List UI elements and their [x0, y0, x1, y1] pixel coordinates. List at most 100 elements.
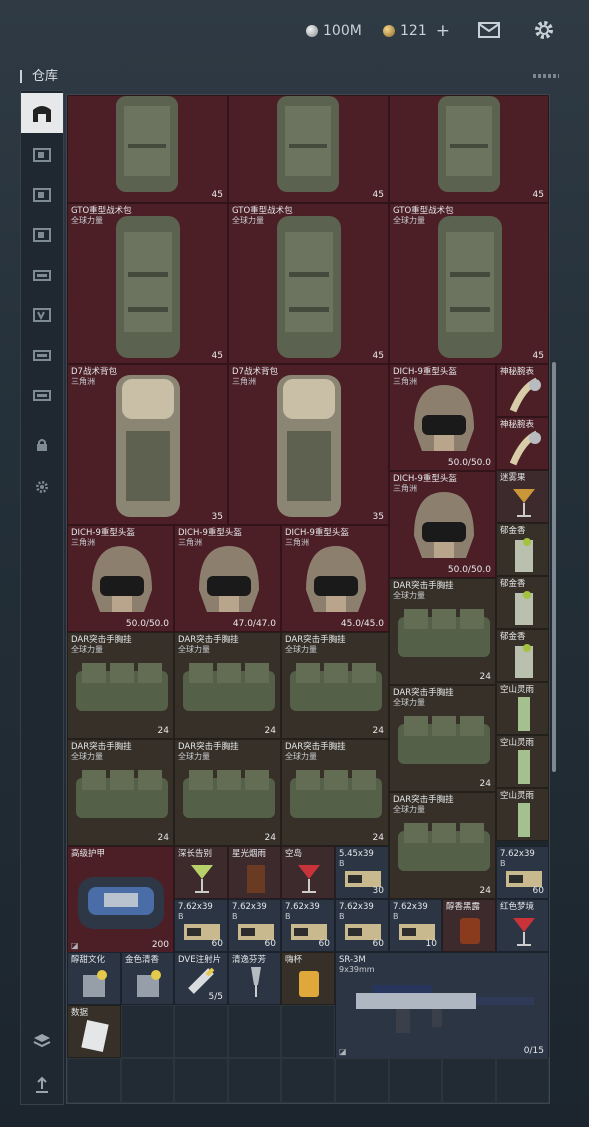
item-drink-3[interactable]: 郁金香	[496, 576, 549, 629]
item-value: 24	[372, 726, 384, 736]
empty-slot[interactable]	[228, 1005, 281, 1058]
item-dar-5[interactable]: DAR突击手胸挂 全球力量 24	[389, 685, 496, 792]
item-name: 迷雾果	[500, 473, 526, 483]
sidebar-warehouse[interactable]	[21, 93, 63, 133]
item-brand: 全球力量	[71, 752, 103, 761]
item-watch-1[interactable]: 神秘腕表	[496, 364, 549, 417]
item-brand: 三角洲	[232, 377, 256, 386]
vest-image	[290, 770, 382, 818]
item-armor[interactable]: 高级护甲 ◪ 200	[67, 846, 174, 953]
glass-image	[299, 971, 319, 997]
sidebar-lock[interactable]	[21, 425, 63, 465]
watch-image	[509, 377, 541, 413]
item-gto-top-3[interactable]: 45	[389, 95, 549, 203]
item-drink-r1[interactable]: 醇香黑露	[442, 899, 496, 952]
item-d7-2[interactable]: D7战术背包 三角洲 35	[228, 364, 389, 525]
empty-slot[interactable]	[442, 1058, 496, 1103]
sidebar-storage-6[interactable]	[21, 335, 63, 375]
empty-slot[interactable]	[121, 1058, 174, 1103]
item-dich-r2[interactable]: DICH-9重型头盔 三角洲 50.0/50.0	[389, 471, 496, 578]
sidebar-storage-5[interactable]	[21, 295, 63, 335]
sidebar-storage-4[interactable]	[21, 255, 63, 295]
item-dich-c[interactable]: DICH-9重型头盔 三角洲 45.0/45.0	[281, 525, 389, 632]
item-name: SR-3M	[339, 955, 366, 965]
item-gto-top-2[interactable]: 45	[228, 95, 389, 203]
empty-slot[interactable]	[67, 1058, 121, 1103]
gear-icon[interactable]	[532, 18, 556, 42]
sidebar-settings[interactable]	[21, 467, 63, 507]
item-drink-5[interactable]: 空山灵雨	[496, 682, 549, 735]
empty-slot[interactable]	[174, 1005, 228, 1058]
item-brand: 全球力量	[393, 591, 425, 600]
item-dar-7[interactable]: DAR突击手胸挂 全球力量 24	[174, 739, 281, 846]
mail-icon[interactable]	[477, 18, 501, 42]
empty-slot[interactable]	[335, 1058, 389, 1103]
item-ammo-762-d[interactable]: 7.62x39 B 60	[281, 899, 335, 952]
item-d7-1[interactable]: D7战术背包 三角洲 35	[67, 364, 228, 525]
item-dar-6[interactable]: DAR突击手胸挂 全球力量 24	[67, 739, 174, 846]
item-gto-top-1[interactable]: 45	[67, 95, 228, 203]
item-b2[interactable]: 金色清香	[121, 952, 174, 1005]
item-cocktail-2[interactable]: 星光烟雨	[228, 846, 281, 899]
grid-scrollbar[interactable]	[552, 362, 556, 772]
empty-slot[interactable]	[389, 1058, 442, 1103]
item-value: 60	[532, 886, 544, 896]
item-dar-9[interactable]: DAR突击手胸挂 全球力量 24	[389, 792, 496, 899]
item-drink-6[interactable]: 空山灵雨	[496, 735, 549, 788]
item-ammo-762-e[interactable]: 7.62x39 B 60	[335, 899, 389, 952]
item-name: DICH-9重型头盔	[393, 474, 457, 484]
item-ammo-545[interactable]: 5.45x39 B 30	[335, 846, 389, 899]
item-dar-2[interactable]: DAR突击手胸挂 全球力量 24	[67, 632, 174, 739]
add-currency-button[interactable]: +	[436, 21, 450, 41]
item-b1[interactable]: 醇甜文化	[67, 952, 121, 1005]
empty-slot[interactable]	[496, 1058, 549, 1103]
item-grade: B	[285, 912, 291, 921]
item-dich-b[interactable]: DICH-9重型头盔 三角洲 47.0/47.0	[174, 525, 281, 632]
item-value: 45	[211, 190, 223, 200]
item-dar-8[interactable]: DAR突击手胸挂 全球力量 24	[281, 739, 389, 846]
item-dich-r1[interactable]: DICH-9重型头盔 三角洲 50.0/50.0	[389, 364, 496, 471]
empty-slot[interactable]	[121, 1005, 174, 1058]
item-gto-3[interactable]: GTO重型战术包 全球力量 45	[389, 203, 549, 364]
sidebar-storage-3[interactable]	[21, 215, 63, 255]
item-dar-1[interactable]: DAR突击手胸挂 全球力量 24	[389, 578, 496, 685]
item-ammo-762-b[interactable]: 7.62x39 B 60	[174, 899, 228, 952]
item-b5[interactable]: 嗨杯	[281, 952, 335, 1005]
item-cocktail-1[interactable]: 深长告别	[174, 846, 228, 899]
options-dots[interactable]	[533, 74, 559, 78]
item-value: 45	[211, 351, 223, 361]
item-gto-1[interactable]: GTO重型战术包 全球力量 45	[67, 203, 228, 364]
item-drink-2[interactable]: 郁金香	[496, 523, 549, 576]
empty-slot[interactable]	[174, 1058, 228, 1103]
empty-slot[interactable]	[228, 1058, 281, 1103]
item-drink-4[interactable]: 郁金香	[496, 629, 549, 682]
item-ammo-762-c[interactable]: 7.62x39 B 60	[228, 899, 281, 952]
item-dich-a[interactable]: DICH-9重型头盔 三角洲 50.0/50.0	[67, 525, 174, 632]
item-drink-r2[interactable]: 红色梦境	[496, 899, 549, 952]
item-b4[interactable]: 清逸芬芳	[228, 952, 281, 1005]
item-dar-3[interactable]: DAR突击手胸挂 全球力量 24	[174, 632, 281, 739]
item-b3[interactable]: DVE注射片 5/5	[174, 952, 228, 1005]
sidebar-storage-2[interactable]	[21, 175, 63, 215]
item-name: 5.45x39	[339, 849, 374, 859]
item-watch-2[interactable]: 神秘腕表	[496, 417, 549, 470]
item-gto-2[interactable]: GTO重型战术包 全球力量 45	[228, 203, 389, 364]
sidebar-storage-1[interactable]	[21, 135, 63, 175]
empty-slot[interactable]	[281, 1005, 335, 1058]
item-ammo-762-f[interactable]: 7.62x39 B 10	[389, 899, 442, 952]
settings-icon	[36, 481, 48, 493]
sidebar-sort[interactable]	[21, 1065, 63, 1105]
item-drink-7[interactable]: 空山灵雨	[496, 788, 549, 841]
sidebar-layers[interactable]	[21, 1021, 63, 1061]
item-drink-1[interactable]: 迷雾果	[496, 470, 549, 523]
sidebar-storage-7[interactable]	[21, 375, 63, 415]
empty-slot[interactable]	[281, 1058, 335, 1103]
item-rifle[interactable]: SR-3M 9x39mm ◪ 0/15	[335, 952, 549, 1059]
item-dar-4[interactable]: DAR突击手胸挂 全球力量 24	[281, 632, 389, 739]
item-name: 空山灵雨	[500, 791, 535, 801]
item-data[interactable]: 数据	[67, 1005, 121, 1058]
item-ammo-762-a[interactable]: 7.62x39 B 60	[496, 846, 549, 899]
silver-coin-icon	[306, 25, 318, 37]
item-name: 清逸芬芳	[232, 955, 267, 965]
item-cocktail-3[interactable]: 空岛	[281, 846, 335, 899]
